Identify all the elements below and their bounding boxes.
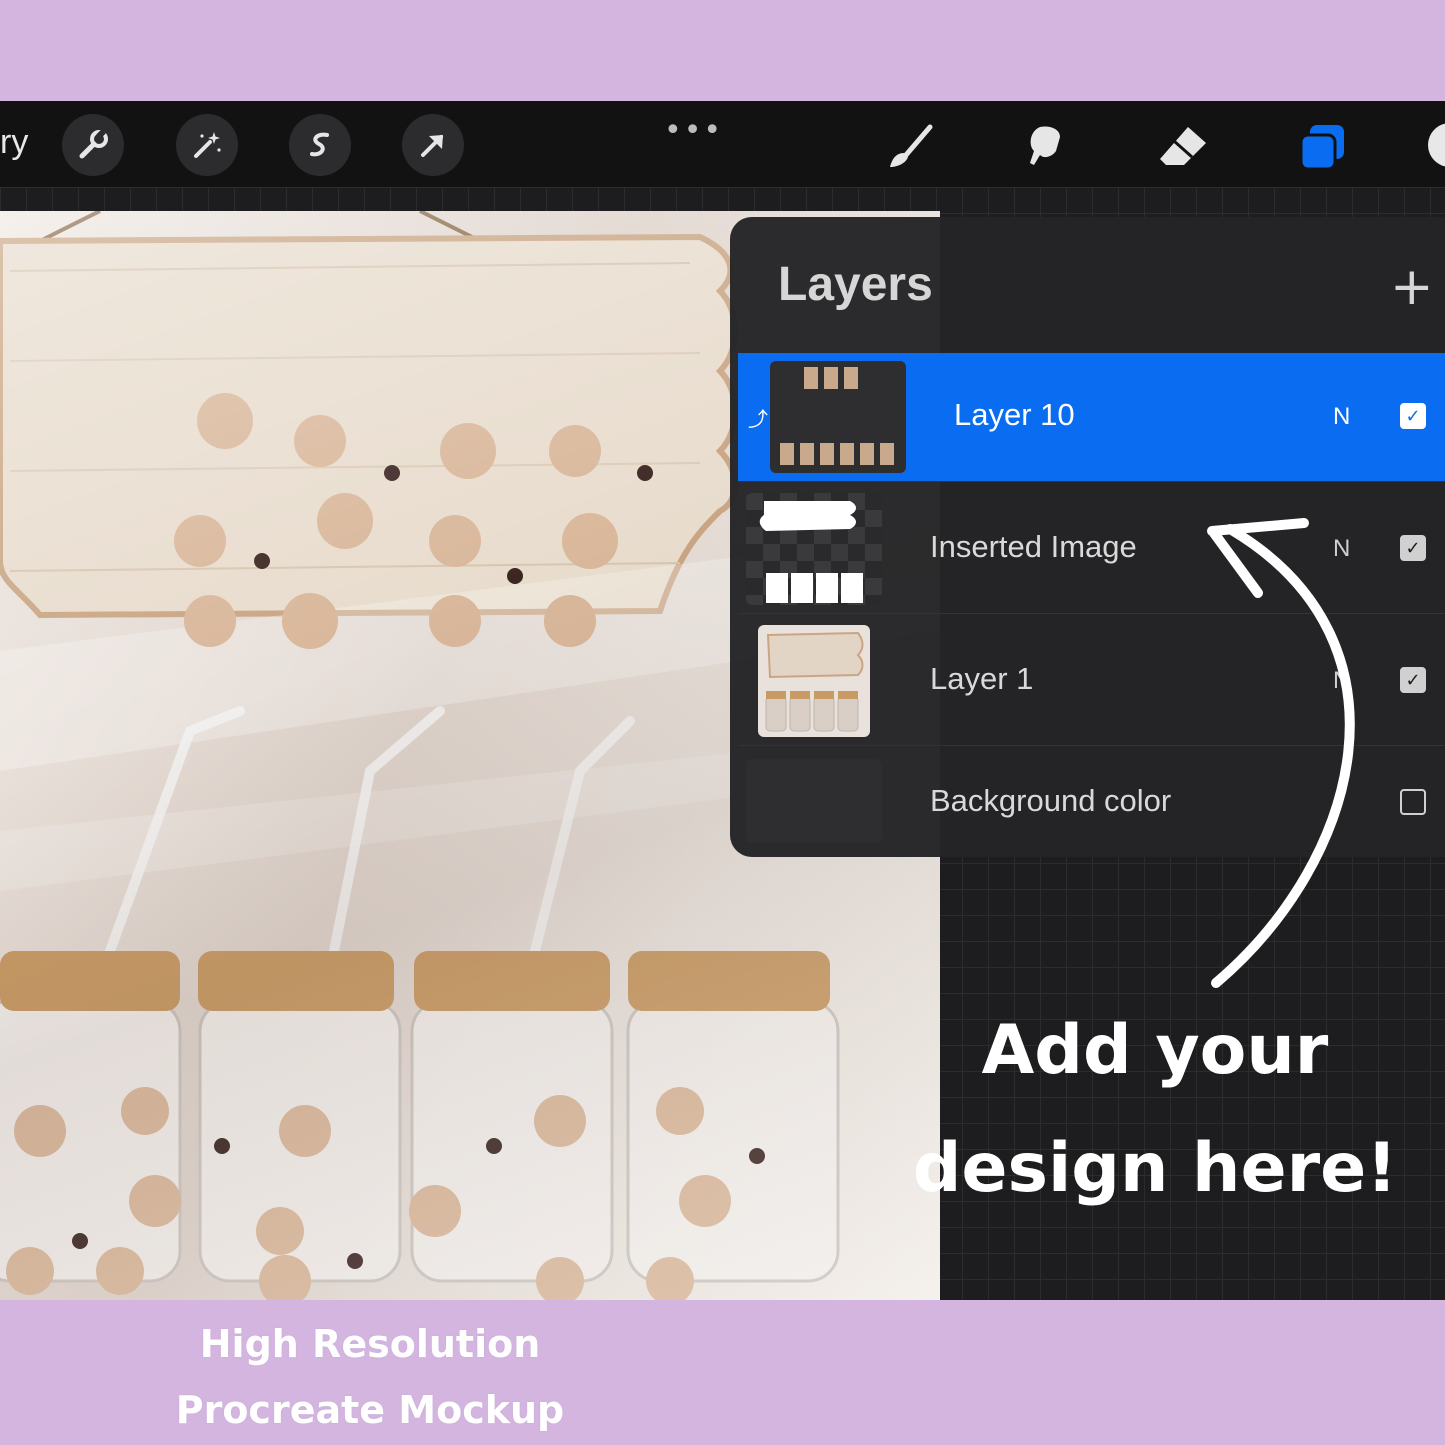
- move-arrow-icon[interactable]: [402, 114, 464, 176]
- magic-wand-icon[interactable]: [176, 114, 238, 176]
- layer-thumbnail: [746, 759, 882, 843]
- visibility-checkbox[interactable]: ✓: [1400, 403, 1426, 429]
- layer-name: Layer 10: [954, 397, 1075, 432]
- layer-thumbnail: [770, 361, 906, 473]
- layer-thumbnail: [746, 493, 882, 605]
- gallery-button[interactable]: ry: [0, 123, 28, 162]
- layers-title: Layers: [778, 258, 933, 311]
- eraser-icon[interactable]: [1154, 117, 1214, 177]
- add-layer-button[interactable]: +: [1390, 261, 1434, 313]
- layer-row-layer-10[interactable]: ⤴ Layer 10 N ✓: [738, 353, 1445, 481]
- layer-name: Background color: [930, 783, 1172, 818]
- callout-arrow: [1207, 518, 1355, 988]
- footer-line-1: High Resolution: [199, 1322, 541, 1366]
- smudge-icon[interactable]: [1016, 117, 1076, 177]
- layer-name: Layer 1: [930, 661, 1034, 696]
- color-picker-button[interactable]: [1428, 123, 1445, 167]
- layer-thumbnail: [758, 625, 870, 737]
- blend-mode-button[interactable]: N: [1333, 403, 1350, 431]
- selection-icon[interactable]: [289, 114, 351, 176]
- top-toolbar: ry •••: [0, 101, 1445, 187]
- wrench-icon[interactable]: [62, 114, 124, 176]
- brush-icon[interactable]: [880, 117, 940, 177]
- layer-name: Inserted Image: [930, 529, 1137, 564]
- more-options-button[interactable]: •••: [664, 113, 723, 148]
- layers-icon[interactable]: [1292, 117, 1352, 177]
- callout-line-2: design here!: [912, 1129, 1398, 1208]
- clipping-mask-icon: ⤴: [748, 407, 768, 431]
- layer-divider: [738, 481, 1445, 482]
- callout-line-1: Add your: [981, 1011, 1329, 1090]
- footer-line-2: Procreate Mockup: [175, 1388, 565, 1432]
- procreate-screen: ry ••• Layers + ⤴ Layer 10 N ✓ Inserted …: [0, 101, 1445, 1300]
- top-banner: [0, 0, 1445, 101]
